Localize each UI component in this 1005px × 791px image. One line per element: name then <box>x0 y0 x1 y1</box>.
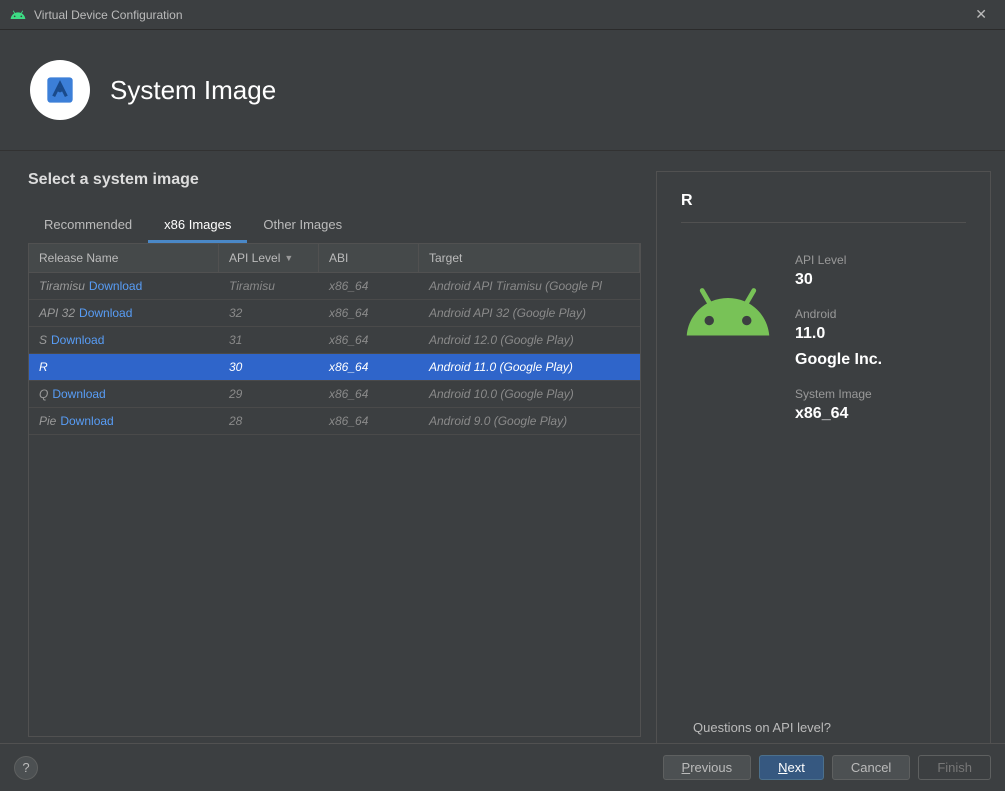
release-name: Q <box>39 387 48 401</box>
previous-button[interactable]: Previous <box>663 755 752 780</box>
page-title: System Image <box>110 75 276 106</box>
tab-other-images[interactable]: Other Images <box>247 209 358 243</box>
release-name: Pie <box>39 414 56 428</box>
cell-api: Tiramisu <box>219 274 319 298</box>
cell-abi: x86_64 <box>319 409 419 433</box>
cell-target: Android API 32 (Google Play) <box>419 301 640 325</box>
download-link[interactable]: Download <box>79 306 132 320</box>
system-image-label: System Image <box>795 387 966 401</box>
download-link[interactable]: Download <box>51 333 104 347</box>
cell-abi: x86_64 <box>319 328 419 352</box>
cell-abi: x86_64 <box>319 274 419 298</box>
table-header: Release Name API Level▼ ABI Target <box>29 244 640 273</box>
help-button[interactable]: ? <box>14 756 38 780</box>
left-panel: Select a system image Recommended x86 Im… <box>28 171 641 777</box>
release-name: R <box>39 360 48 374</box>
cell-api: 30 <box>219 355 319 379</box>
android-studio-icon <box>41 71 79 109</box>
release-name: API 32 <box>39 306 75 320</box>
header: System Image <box>0 30 1005 151</box>
cell-api: 28 <box>219 409 319 433</box>
cell-target: Android 9.0 (Google Play) <box>419 409 640 433</box>
cell-target: Android API Tiramisu (Google Pl <box>419 274 640 298</box>
th-release[interactable]: Release Name <box>29 244 219 272</box>
table-row[interactable]: Q Download 29x86_64Android 10.0 (Google Pl… <box>29 381 640 408</box>
vendor-value: Google Inc. <box>795 351 966 369</box>
release-name: Tiramisu <box>39 279 85 293</box>
content-area: Select a system image Recommended x86 Im… <box>0 151 1005 791</box>
table-row[interactable]: R 30x86_64Android 11.0 (Google Play) <box>29 354 640 381</box>
cancel-button[interactable]: Cancel <box>832 755 910 780</box>
detail-title: R <box>681 192 966 223</box>
api-level-label: API Level <box>795 253 966 267</box>
tab-x86-images[interactable]: x86 Images <box>148 209 247 243</box>
next-button[interactable]: Next <box>759 755 824 780</box>
cell-abi: x86_64 <box>319 382 419 406</box>
download-link[interactable]: Download <box>60 414 113 428</box>
android-label: Android <box>795 307 966 321</box>
detail-field-api: API Level 30 <box>795 253 966 289</box>
cell-api: 31 <box>219 328 319 352</box>
next-label: ext <box>788 760 805 775</box>
table-body: TiramisuDownloadTiramisux86_64Android AP… <box>29 273 640 736</box>
detail-fields: API Level 30 Android 11.0 Google Inc. Sy… <box>795 253 966 423</box>
android-icon <box>10 7 26 23</box>
sort-desc-icon: ▼ <box>284 253 293 263</box>
system-image-table: Release Name API Level▼ ABI Target Tiram… <box>28 244 641 737</box>
titlebar: Virtual Device Configuration ✕ <box>0 0 1005 30</box>
api-level-value: 30 <box>795 271 966 289</box>
window-title: Virtual Device Configuration <box>34 8 967 22</box>
release-name: S <box>39 333 47 347</box>
finish-button: Finish <box>918 755 991 780</box>
detail-panel: R API Level 30 Android 11.0 Google Inc. … <box>656 171 991 777</box>
detail-android-icon <box>681 253 775 423</box>
th-api-level[interactable]: API Level▼ <box>219 244 319 272</box>
cell-api: 29 <box>219 382 319 406</box>
table-row[interactable]: Pie Download 28x86_64Android 9.0 (Google P… <box>29 408 640 435</box>
cell-target: Android 10.0 (Google Play) <box>419 382 640 406</box>
th-target[interactable]: Target <box>419 244 640 272</box>
system-image-value: x86_64 <box>795 405 966 423</box>
detail-field-android: Android 11.0 Google Inc. <box>795 307 966 369</box>
header-icon <box>30 60 90 120</box>
api-question: Questions on API level? <box>693 720 966 735</box>
tabs: Recommended x86 Images Other Images <box>28 209 641 244</box>
tab-recommended[interactable]: Recommended <box>28 209 148 243</box>
cell-target: Android 11.0 (Google Play) <box>419 355 640 379</box>
subtitle: Select a system image <box>28 171 641 189</box>
android-value: 11.0 <box>795 325 966 343</box>
previous-label: revious <box>690 760 732 775</box>
detail-field-system-image: System Image x86_64 <box>795 387 966 423</box>
cell-abi: x86_64 <box>319 301 419 325</box>
cell-target: Android 12.0 (Google Play) <box>419 328 640 352</box>
cell-api: 32 <box>219 301 319 325</box>
table-row[interactable]: S Download 31x86_64Android 12.0 (Google Pl… <box>29 327 640 354</box>
table-row[interactable]: TiramisuDownloadTiramisux86_64Android AP… <box>29 273 640 300</box>
table-row[interactable]: API 32 Download 32x86_64Android API 32 (Go… <box>29 300 640 327</box>
th-abi[interactable]: ABI <box>319 244 419 272</box>
download-link[interactable]: Download <box>52 387 105 401</box>
cell-abi: x86_64 <box>319 355 419 379</box>
detail-content: API Level 30 Android 11.0 Google Inc. Sy… <box>681 253 966 423</box>
close-button[interactable]: ✕ <box>967 2 995 27</box>
download-link[interactable]: Download <box>89 279 142 293</box>
footer: ? Previous Next Cancel Finish <box>0 743 1005 791</box>
